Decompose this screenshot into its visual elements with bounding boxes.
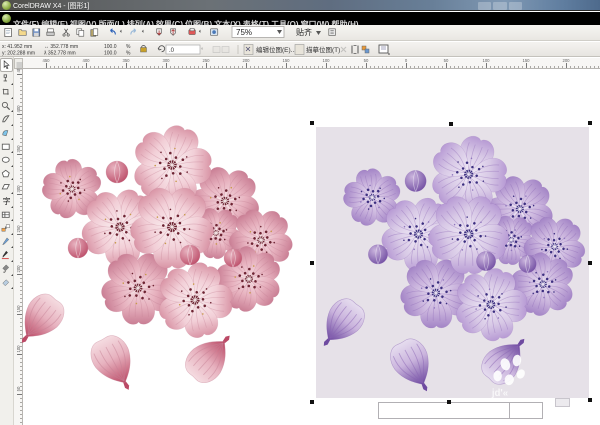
svg-text:100.0: 100.0 (104, 44, 117, 50)
svg-text:贴齐: 贴齐 (296, 27, 312, 37)
svg-text:描摹位图(T): 描摹位图(T) (306, 45, 340, 54)
svg-text:°: ° (201, 48, 204, 54)
svg-text:75%: 75% (236, 28, 252, 37)
svg-text:%: % (126, 44, 131, 50)
svg-text:jd'«: jd'« (491, 388, 508, 399)
svg-text:.0: .0 (169, 48, 175, 54)
svg-text:编辑位图(E)...: 编辑位图(E)... (256, 45, 296, 54)
svg-text:字: 字 (3, 196, 11, 206)
svg-text:y: 202.288 mm: y: 202.288 mm (2, 51, 35, 57)
svg-text:↔ 352.778 mm: ↔ 352.778 mm (44, 44, 78, 50)
svg-text:%: % (126, 51, 131, 57)
svg-text:ƛ 352.778 mm: ƛ 352.778 mm (44, 51, 76, 57)
svg-text:100.0: 100.0 (104, 51, 117, 57)
svg-text:x: 41.952 mm: x: 41.952 mm (2, 44, 32, 50)
